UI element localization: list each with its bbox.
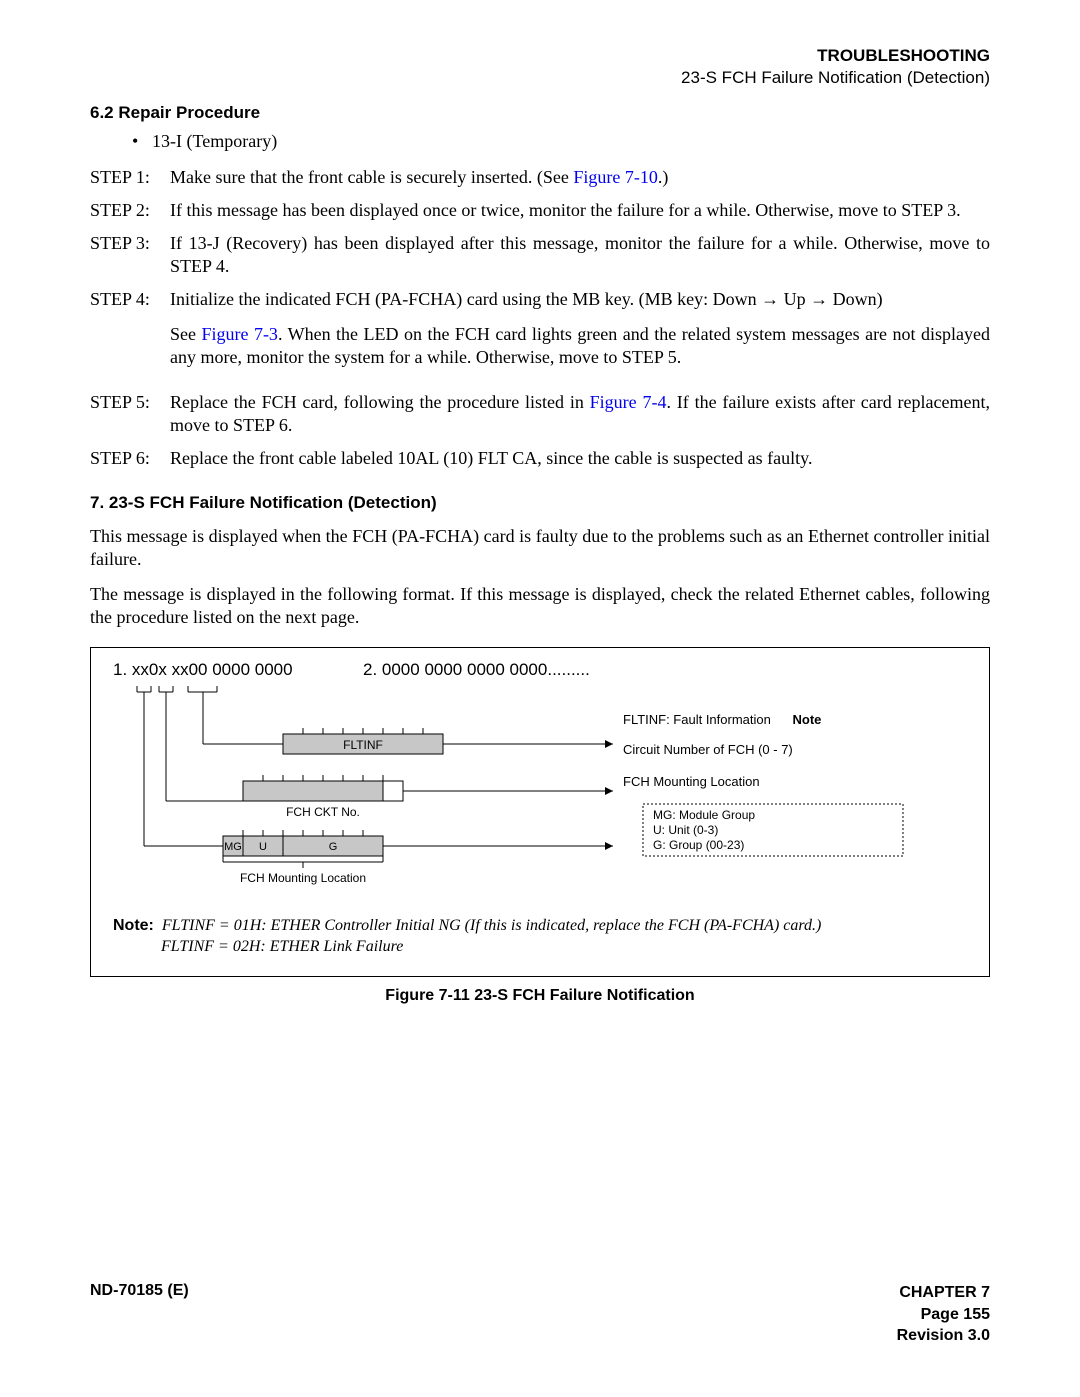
step-2-label: STEP 2: xyxy=(90,199,170,222)
section-7-para-2: The message is displayed in the followin… xyxy=(90,583,990,629)
header-subtitle: 23-S FCH Failure Notification (Detection… xyxy=(90,67,990,89)
step-4-label: STEP 4: xyxy=(90,288,170,381)
step-2-text: If this message has been displayed once … xyxy=(170,199,990,222)
step-3-label: STEP 3: xyxy=(90,232,170,278)
link-figure-7-4[interactable]: Figure 7-4 xyxy=(590,392,667,412)
g-label: G xyxy=(329,841,338,853)
page-header: TROUBLESHOOTING 23-S FCH Failure Notific… xyxy=(90,45,990,89)
footer-revision: Revision 3.0 xyxy=(897,1325,990,1347)
page: TROUBLESHOOTING 23-S FCH Failure Notific… xyxy=(0,0,1080,1397)
fltinf-block: FLTINF xyxy=(203,728,613,754)
figure-line-1: 1. xx0x xx00 0000 0000 xyxy=(113,660,363,680)
step-5-text: Replace the FCH card, following the proc… xyxy=(170,391,990,437)
figure-7-11-box: 1. xx0x xx00 0000 0000 2. 0000 0000 0000… xyxy=(90,647,990,977)
fch-ckt-block: FCH CKT No. xyxy=(166,775,613,819)
fltinf-label: FLTINF xyxy=(343,738,383,752)
step-1: STEP 1: Make sure that the front cable i… xyxy=(90,166,990,189)
chapter-title: TROUBLESHOOTING xyxy=(90,45,990,67)
section-7-heading: 7. 23-S FCH Failure Notification (Detect… xyxy=(90,493,990,513)
section-7-para-1: This message is displayed when the FCH (… xyxy=(90,525,990,571)
u-label: U xyxy=(259,841,267,853)
fch-ckt-no-label: FCH CKT No. xyxy=(286,805,360,819)
step-1-text: Make sure that the front cable is secure… xyxy=(170,166,990,189)
link-figure-7-3[interactable]: Figure 7-3 xyxy=(201,324,277,344)
step-1-label: STEP 1: xyxy=(90,166,170,189)
bullet-13-I: • 13-I (Temporary) xyxy=(90,131,990,152)
figure-7-11-caption: Figure 7-11 23-S FCH Failure Notificatio… xyxy=(90,987,990,1005)
figure-note: Note: FLTINF = 01H: ETHER Controller Ini… xyxy=(113,915,967,958)
figure-data-lines: 1. xx0x xx00 0000 0000 2. 0000 0000 0000… xyxy=(113,660,967,680)
figure-note-label: Note: xyxy=(113,917,154,934)
box-line-3: G: Group (00-23) xyxy=(653,838,744,852)
footer-page: Page 155 xyxy=(897,1304,990,1326)
right-desc-1: FLTINF: Fault Information Note xyxy=(623,712,821,727)
step-2: STEP 2: If this message has been display… xyxy=(90,199,990,222)
box-line-1: MG: Module Group xyxy=(653,808,755,822)
page-footer: ND-70185 (E) CHAPTER 7 Page 155 Revision… xyxy=(90,1282,990,1347)
step-3: STEP 3: If 13-J (Recovery) has been disp… xyxy=(90,232,990,278)
figure-svg: FLTINF FCH CKT No. xyxy=(113,686,963,896)
step-4: STEP 4: Initialize the indicated FCH (PA… xyxy=(90,288,990,381)
fch-mount-block: MG U G FCH Mounting Location xyxy=(144,830,613,885)
step-3-text: If 13-J (Recovery) has been displayed af… xyxy=(170,232,990,278)
fch-mount-label: FCH Mounting Location xyxy=(240,871,366,885)
step-5: STEP 5: Replace the FCH card, following … xyxy=(90,391,990,437)
footer-chapter: CHAPTER 7 xyxy=(897,1282,990,1304)
arrow-icon: → xyxy=(761,289,779,309)
box-line-2: U: Unit (0-3) xyxy=(653,823,718,837)
right-desc-2: Circuit Number of FCH (0 - 7) xyxy=(623,742,793,757)
figure-diagram: FLTINF FCH CKT No. xyxy=(113,686,967,901)
step-5-label: STEP 5: xyxy=(90,391,170,437)
mg-label: MG xyxy=(224,841,242,853)
figure-line-2: 2. 0000 0000 0000 0000......... xyxy=(363,660,967,680)
section-6-2-heading: 6.2 Repair Procedure xyxy=(90,103,990,123)
link-figure-7-10[interactable]: Figure 7-10 xyxy=(573,167,658,187)
step-4-text: Initialize the indicated FCH (PA-FCHA) c… xyxy=(170,288,990,381)
figure-note-line-2: FLTINF = 02H: ETHER Link Failure xyxy=(161,938,403,955)
arrow-icon: → xyxy=(810,289,828,309)
footer-doc-id: ND-70185 (E) xyxy=(90,1282,189,1347)
bullet-text: 13-I (Temporary) xyxy=(152,131,277,152)
step-6: STEP 6: Replace the front cable labeled … xyxy=(90,447,990,470)
right-desc-3: FCH Mounting Location xyxy=(623,774,760,789)
step-6-label: STEP 6: xyxy=(90,447,170,470)
figure-note-line-1: FLTINF = 01H: ETHER Controller Initial N… xyxy=(162,917,821,934)
step-6-text: Replace the front cable labeled 10AL (10… xyxy=(170,447,990,470)
bullet-icon: • xyxy=(90,131,152,152)
